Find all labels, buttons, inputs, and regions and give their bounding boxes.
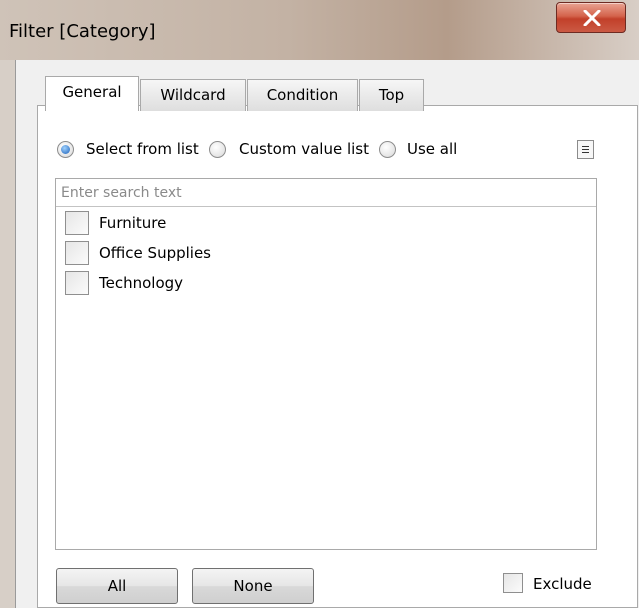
- tab-general[interactable]: General: [45, 76, 139, 111]
- tab-condition[interactable]: Condition: [247, 79, 358, 111]
- radio-label: Use all: [407, 140, 458, 158]
- radio-label: Select from list: [86, 140, 199, 158]
- list-menu-icon[interactable]: [577, 140, 594, 159]
- close-button[interactable]: [556, 2, 626, 33]
- radio-button[interactable]: [57, 141, 74, 158]
- close-icon: [583, 10, 601, 26]
- radio-button[interactable]: [379, 141, 396, 158]
- all-button[interactable]: All: [56, 568, 178, 604]
- radio-button[interactable]: [209, 141, 226, 158]
- list-item-label: Furniture: [99, 214, 167, 232]
- radio-label: Custom value list: [239, 140, 370, 158]
- list-item-label: Technology: [99, 274, 184, 292]
- tab-wildcard[interactable]: Wildcard: [140, 79, 246, 111]
- none-button[interactable]: None: [192, 568, 314, 604]
- exclude-checkbox[interactable]: [503, 573, 523, 593]
- checkbox[interactable]: [65, 241, 89, 265]
- title-bar: Filter [Category]: [0, 0, 639, 60]
- tab-top[interactable]: Top: [359, 79, 424, 111]
- list-item-label: Office Supplies: [99, 244, 212, 262]
- checkbox[interactable]: [65, 211, 89, 235]
- exclude-label: Exclude: [533, 575, 592, 593]
- checkbox[interactable]: [65, 271, 89, 295]
- value-list[interactable]: Furniture Office Supplies Technology: [55, 178, 597, 550]
- window-title: Filter [Category]: [9, 21, 156, 42]
- search-input[interactable]: [56, 179, 596, 207]
